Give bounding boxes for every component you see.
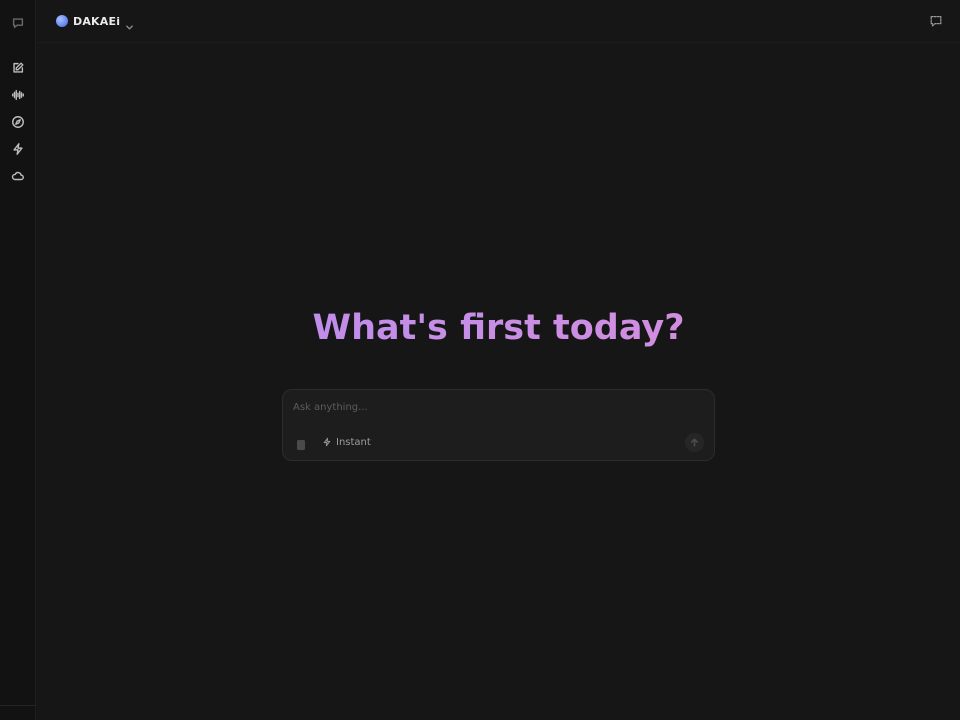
compose-icon[interactable] [10,60,26,76]
chat-bubble-icon[interactable] [10,15,26,31]
cloud-icon[interactable] [10,168,26,184]
page-title: What's first today? [37,306,960,350]
model-logo-icon [56,15,68,27]
arrow-up-icon [690,438,699,447]
sidebar-divider [0,705,36,706]
topbar: DAKAEi [37,0,960,43]
sidebar [0,0,36,720]
waveform-icon[interactable] [10,87,26,103]
attach-icon[interactable] [296,436,306,450]
model-name: DAKAEi [73,14,121,28]
compass-icon[interactable] [10,114,26,130]
chevron-down-icon [125,17,134,30]
lightning-icon[interactable] [10,141,26,157]
app-window: DAKAEi What's first today? Instant [0,0,960,720]
temporary-chat-icon[interactable] [929,13,943,27]
model-selector[interactable]: DAKAEi [56,12,134,30]
lightning-icon [323,437,331,447]
chat-composer: Instant [282,389,715,461]
mode-selector-button[interactable]: Instant [322,435,371,449]
mode-label: Instant [336,436,371,448]
send-button[interactable] [685,433,704,452]
message-input[interactable] [293,399,693,415]
